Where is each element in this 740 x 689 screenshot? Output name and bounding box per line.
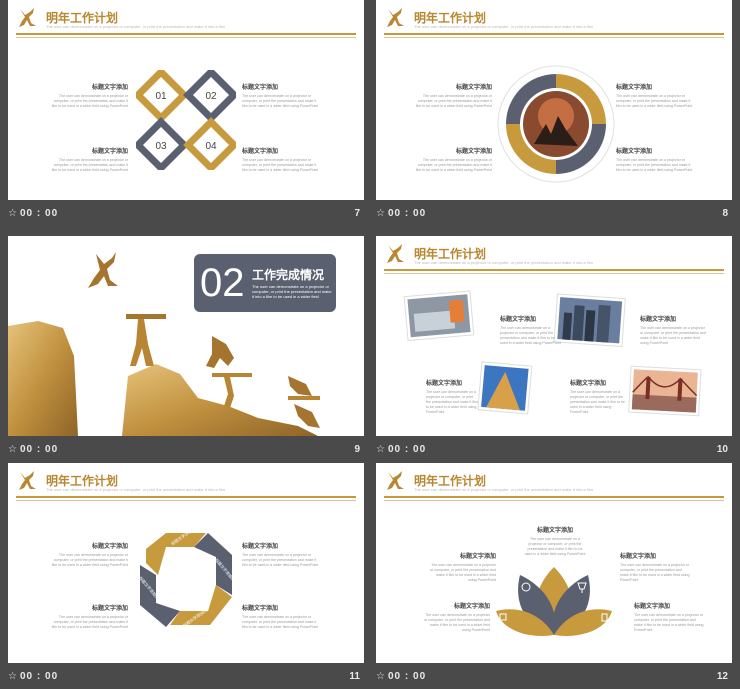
section-card: 02 工作完成情况 The user can demonstrate on a …	[194, 254, 336, 312]
slide-canvas: 02 工作完成情况 The user can demonstrate on a …	[8, 236, 364, 436]
header-subtitle: The user can demonstrate on a projector …	[414, 24, 593, 29]
header-line	[16, 496, 356, 498]
text-block-left-lower: 标题文字添加 The user can demonstrate on a proj…	[424, 604, 490, 632]
slide-timing: 00 : 00	[20, 208, 59, 219]
slide-number: 8	[722, 208, 728, 219]
lifting-figure	[224, 377, 234, 408]
text-block-right-upper: 标题文字添加 The user can demonstrate on a proj…	[620, 554, 690, 582]
text-block-3: 标题文字添加 The user can demonstrate on a proj…	[426, 381, 478, 414]
text-block-2: 标题文字添加 The user can demonstrate on a proj…	[616, 85, 693, 108]
slide-number: 10	[716, 444, 728, 455]
slide-footer: ☆ 00 : 00 9	[8, 439, 364, 459]
slide-footer: ☆ 00 : 00 10	[376, 439, 732, 459]
slide-canvas: 明年工作计划 The user can demonstrate on a pro…	[8, 0, 364, 200]
slide-canvas: 明年工作计划 The user can demonstrate on a pro…	[376, 0, 732, 200]
text-block-4: 标题文字添加 The user can demonstrate on a proj…	[242, 149, 319, 172]
crawling-figure	[288, 376, 312, 396]
pushing-figure	[206, 336, 234, 368]
ribbon-shape	[136, 70, 236, 170]
text-block-1: 标题文字添加 The user can demonstrate on a proj…	[500, 317, 561, 345]
slide-timing: 00 : 00	[388, 444, 427, 455]
text-block-3: 标题文字添加 The user can demonstrate on a proj…	[51, 606, 128, 629]
slide-thumb-10[interactable]: 明年工作计划 The user can demonstrate on a pro…	[376, 236, 732, 462]
section-title: 工作完成情况	[252, 268, 325, 282]
slide-footer: ☆ 00 : 00 8	[376, 203, 732, 223]
ring-diagram	[497, 65, 615, 183]
photo-city	[553, 293, 626, 348]
star-icon[interactable]: ☆	[376, 671, 385, 682]
text-block-1: 标题文字添加 The user can demonstrate on a proj…	[415, 85, 492, 108]
slide-number: 11	[349, 671, 360, 682]
slide-canvas: 明年工作计划 The user can demonstrate on a pro…	[8, 463, 364, 663]
header-subtitle: The user can demonstrate on a projector …	[414, 487, 593, 492]
slide-timing: 00 : 00	[20, 671, 59, 682]
header-subtitle: The user can demonstrate on a projector …	[46, 24, 225, 29]
text-block-4: 标题文字添加 The user can demonstrate on a proj…	[616, 149, 693, 172]
text-block-1: 标题文字添加 The user can demonstrate on a proj…	[51, 85, 128, 108]
text-block-2: 标题文字添加 The user can demonstrate on a proj…	[640, 317, 706, 345]
header-line-thin	[16, 500, 356, 501]
cycle-arrows-diagram: 标题文字添加01 标题文字添加02 标题文字添加03 标题文字添加04	[138, 529, 236, 628]
text-block-top: 标题文字添加 The user can demonstrate on a proj…	[524, 528, 586, 556]
header-line-thin	[384, 500, 724, 501]
runner-logo-icon	[19, 471, 36, 490]
left-cliff	[8, 321, 78, 436]
figure-holding-bar	[130, 319, 154, 366]
arrow-segment-2	[194, 533, 232, 595]
label-03: 03	[155, 141, 167, 152]
slide-footer: ☆ 00 : 00 12	[376, 666, 732, 686]
slide-number: 9	[354, 444, 360, 455]
runner-logo-icon	[387, 8, 404, 27]
slide-footer: ☆ 00 : 00 7	[8, 203, 364, 223]
label-02: 02	[205, 91, 217, 102]
slide-timing: 00 : 00	[388, 671, 427, 682]
label-04: 04	[205, 141, 217, 152]
header-line	[16, 33, 356, 35]
text-block-4: 标题文字添加 The user can demonstrate on a proj…	[242, 606, 319, 629]
arrow-segment-3	[170, 585, 232, 625]
text-block-3: 标题文字添加 The user can demonstrate on a proj…	[415, 149, 492, 172]
slide-timing: 00 : 00	[20, 444, 59, 455]
slide-footer: ☆ 00 : 00 11	[8, 666, 364, 686]
section-text: The user can demonstrate on a projector …	[252, 284, 332, 299]
jumper-figure	[88, 252, 118, 288]
text-block-2: 标题文字添加 The user can demonstrate on a proj…	[242, 544, 319, 567]
header-subtitle: The user can demonstrate on a projector …	[46, 487, 225, 492]
text-block-3: 标题文字添加 The user can demonstrate on a proj…	[51, 149, 128, 172]
ribbon-diagram: 01 02 03 04	[136, 70, 236, 170]
star-icon[interactable]: ☆	[376, 208, 385, 219]
star-icon[interactable]: ☆	[8, 444, 17, 455]
petal-diagram	[496, 567, 612, 636]
slide-thumb-8[interactable]: 明年工作计划 The user can demonstrate on a pro…	[376, 0, 732, 226]
star-icon[interactable]: ☆	[376, 444, 385, 455]
slide-thumb-9[interactable]: 02 工作完成情况 The user can demonstrate on a …	[8, 236, 364, 462]
slide-number: 12	[716, 671, 728, 682]
slide-canvas: 明年工作计划 The user can demonstrate on a pro…	[376, 463, 732, 663]
star-icon[interactable]: ☆	[8, 208, 17, 219]
slide-thumb-12[interactable]: 明年工作计划 The user can demonstrate on a pro…	[376, 463, 732, 689]
runner-logo-icon	[387, 471, 404, 490]
slide-thumb-11[interactable]: 明年工作计划 The user can demonstrate on a pro…	[8, 463, 364, 689]
text-block-1: 标题文字添加 The user can demonstrate on a proj…	[51, 544, 128, 567]
header-line-thin	[384, 37, 724, 38]
slide-canvas: 明年工作计划 The user can demonstrate on a pro…	[376, 236, 732, 436]
text-block-2: 标题文字添加 The user can demonstrate on a proj…	[242, 85, 319, 108]
star-icon[interactable]: ☆	[8, 671, 17, 682]
photo-building	[477, 361, 533, 415]
runner-logo-icon	[19, 8, 36, 27]
header-line-thin	[16, 37, 356, 38]
slide-timing: 00 : 00	[388, 208, 427, 219]
section-number: 02	[200, 261, 245, 305]
text-block-right-lower: 标题文字添加 The user can demonstrate on a proj…	[634, 604, 704, 632]
photo-laptop	[403, 290, 475, 342]
photo-bridge	[628, 365, 702, 417]
slide-number: 7	[354, 208, 360, 219]
text-block-left-upper: 标题文字添加 The user can demonstrate on a proj…	[430, 554, 496, 582]
slide-thumb-7[interactable]: 明年工作计划 The user can demonstrate on a pro…	[8, 0, 364, 226]
label-01: 01	[155, 91, 167, 102]
header-line	[384, 496, 724, 498]
text-block-4: 标题文字添加 The user can demonstrate on a proj…	[570, 381, 625, 414]
header-line	[384, 33, 724, 35]
